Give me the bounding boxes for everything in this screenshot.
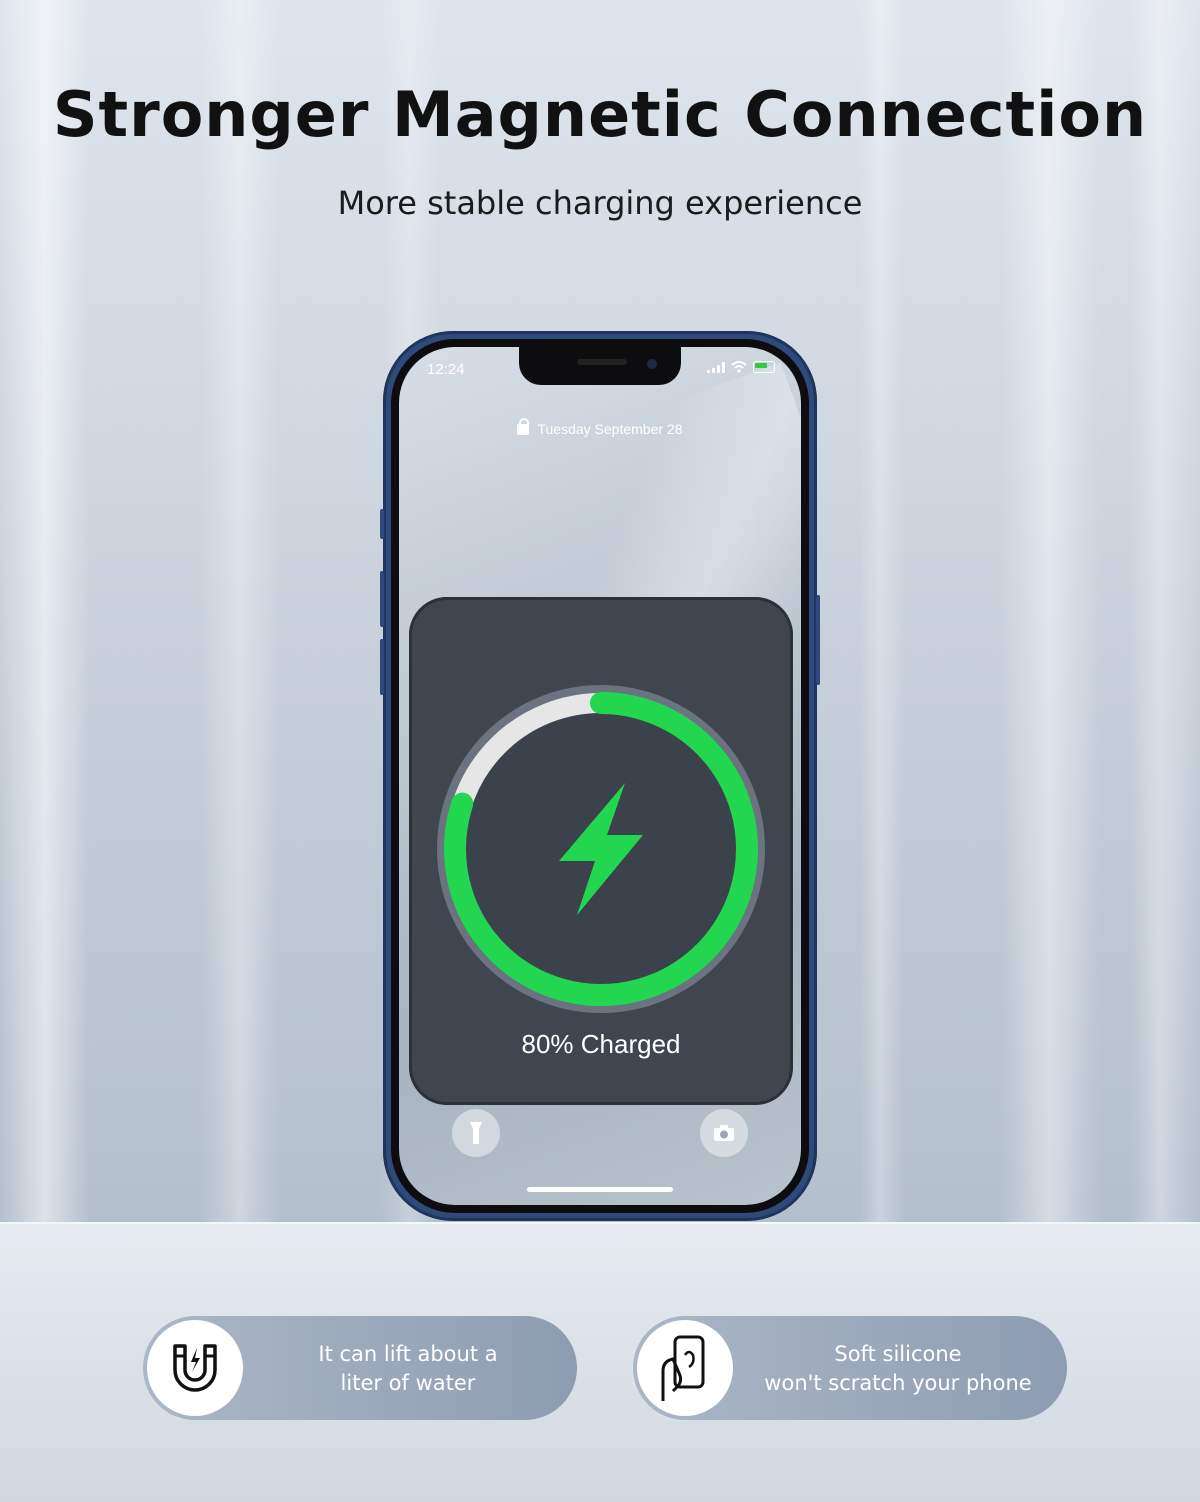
feature-text: Soft silicone won't scratch your phone <box>743 1340 1053 1398</box>
phone-volume-up <box>380 571 384 627</box>
lock-date-text: Tuesday September 28 <box>537 421 683 437</box>
page-title: Stronger Magnetic Connection <box>52 78 1148 151</box>
feature-pill-magnet: It can lift about a liter of water <box>143 1316 577 1420</box>
magnetic-charger-pad: 80% Charged <box>409 597 793 1105</box>
status-icons <box>707 361 775 373</box>
front-camera <box>647 359 657 369</box>
signal-icon <box>707 361 725 373</box>
magnet-icon <box>173 1344 217 1392</box>
lock-screen-date: Tuesday September 28 <box>399 418 801 437</box>
flashlight-icon <box>470 1122 482 1144</box>
phone-volume-down <box>380 639 384 695</box>
feature-text: It can lift about a liter of water <box>253 1340 563 1398</box>
phone-notch <box>519 347 681 385</box>
feature-line-1: It can lift about a <box>318 1342 498 1366</box>
wifi-icon <box>731 361 747 373</box>
home-indicator <box>527 1187 673 1192</box>
phone-mockup: 12:24 Tuesday September 28 80% Charged <box>380 331 820 1221</box>
earpiece-speaker <box>577 359 627 365</box>
feature-icon-circle <box>637 1320 733 1416</box>
status-time: 12:24 <box>427 361 465 378</box>
feature-line-2: liter of water <box>340 1371 476 1395</box>
battery-icon <box>753 361 775 373</box>
flashlight-button[interactable] <box>452 1109 500 1157</box>
hand-phone-icon <box>661 1335 705 1401</box>
phone-power-button <box>816 595 820 685</box>
feature-line-2: won't scratch your phone <box>764 1371 1032 1395</box>
phone-silent-switch <box>380 509 384 539</box>
feature-line-1: Soft silicone <box>834 1342 962 1366</box>
camera-icon <box>714 1125 734 1141</box>
feature-pill-silicone: Soft silicone won't scratch your phone <box>633 1316 1067 1420</box>
lock-icon <box>517 418 530 435</box>
page-subtitle: More stable charging experience <box>337 184 863 222</box>
phone-screen: 12:24 Tuesday September 28 80% Charged <box>399 347 801 1205</box>
feature-icon-circle <box>147 1320 243 1416</box>
charge-status-label: 80% Charged <box>521 1029 681 1059</box>
camera-button[interactable] <box>700 1109 748 1157</box>
charge-progress-ring <box>435 683 767 1015</box>
